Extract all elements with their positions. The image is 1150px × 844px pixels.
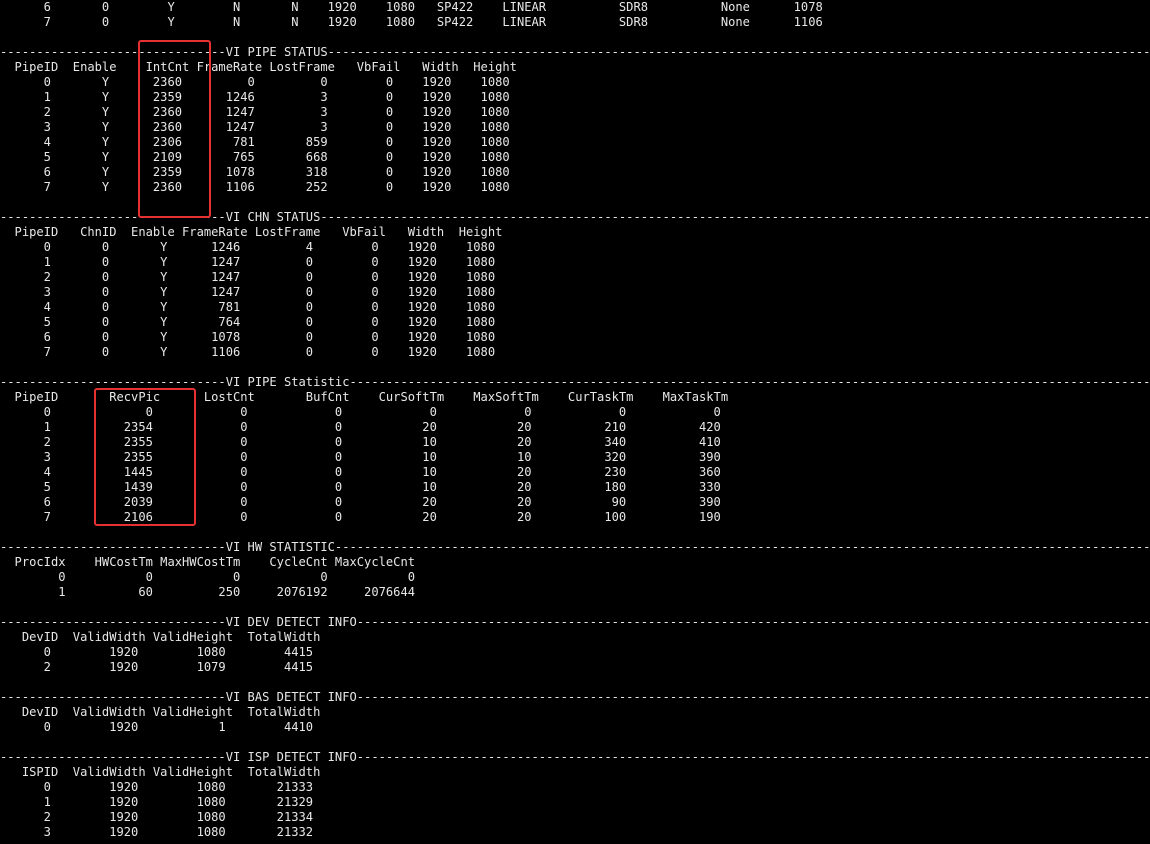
terminal-line: 4 0 Y 781 0 0 1920 1080 (0, 300, 496, 314)
terminal-line: 5 Y 2109 765 668 0 1920 1080 (0, 150, 510, 164)
terminal-line: 6 2039 0 0 20 20 90 390 (0, 495, 721, 509)
terminal-line: -------------------------------VI CHN ST… (0, 210, 1150, 224)
terminal-line: 1 0 Y 1247 0 0 1920 1080 (0, 255, 496, 269)
terminal-line: 0 1920 1080 21333 (0, 780, 314, 794)
terminal-line: DevID ValidWidth ValidHeight TotalWidth (0, 630, 321, 644)
terminal-line: 7 2106 0 0 20 20 100 190 (0, 510, 721, 524)
terminal-line: 1 1920 1080 21329 (0, 795, 314, 809)
terminal-line: ProcIdx HWCostTm MaxHWCostTm CycleCnt Ma… (0, 555, 416, 569)
terminal-line: 3 2355 0 0 10 10 320 390 (0, 450, 721, 464)
terminal-line: 2 2355 0 0 10 20 340 410 (0, 435, 721, 449)
terminal-line: 6 0 Y 1078 0 0 1920 1080 (0, 330, 496, 344)
terminal-line: 2 0 Y 1247 0 0 1920 1080 (0, 270, 496, 284)
terminal-line: -------------------------------VI DEV DE… (0, 615, 1150, 629)
terminal-line: -------------------------------VI PIPE S… (0, 375, 1150, 389)
terminal-line: 6 Y 2359 1078 318 0 1920 1080 (0, 165, 510, 179)
terminal-line: 3 1920 1080 21332 (0, 825, 314, 839)
terminal-line: ISPID ValidWidth ValidHeight TotalWidth (0, 765, 321, 779)
terminal-line: 0 1920 1080 4415 (0, 645, 314, 659)
terminal-line: -------------------------------VI ISP DE… (0, 750, 1150, 764)
terminal-line: 1 60 250 2076192 2076644 (0, 585, 416, 599)
terminal-line: 0 0 0 0 0 (0, 570, 416, 584)
terminal-line: PipeID RecvPic LostCnt BufCnt CurSoftTm … (0, 390, 729, 404)
terminal-line: 7 Y 2360 1106 252 0 1920 1080 (0, 180, 510, 194)
terminal-line: PipeID ChnID Enable FrameRate LostFrame … (0, 225, 503, 239)
terminal-line: 7 0 Y 1106 0 0 1920 1080 (0, 345, 496, 359)
terminal-line: 6 0 Y N N 1920 1080 SP422 LINEAR SDR8 No… (0, 0, 823, 14)
terminal-line: 3 0 Y 1247 0 0 1920 1080 (0, 285, 496, 299)
terminal-line: 4 Y 2306 781 859 0 1920 1080 (0, 135, 510, 149)
terminal-line: 3 Y 2360 1247 3 0 1920 1080 (0, 120, 510, 134)
terminal-line: 2 1920 1080 21334 (0, 810, 314, 824)
terminal-line: 2 Y 2360 1247 3 0 1920 1080 (0, 105, 510, 119)
terminal-line: -------------------------------VI HW STA… (0, 540, 1150, 554)
terminal-line: 1 Y 2359 1246 3 0 1920 1080 (0, 90, 510, 104)
terminal-line: DevID ValidWidth ValidHeight TotalWidth (0, 705, 321, 719)
terminal-line: 0 1920 1 4410 (0, 720, 314, 734)
terminal-line: -------------------------------VI BAS DE… (0, 690, 1150, 704)
terminal-line: 4 1445 0 0 10 20 230 360 (0, 465, 721, 479)
terminal-line: 1 2354 0 0 20 20 210 420 (0, 420, 721, 434)
terminal-line: 0 0 0 0 0 0 0 0 (0, 405, 721, 419)
terminal-line: PipeID Enable IntCnt FrameRate LostFrame… (0, 60, 517, 74)
terminal-line: 7 0 Y N N 1920 1080 SP422 LINEAR SDR8 No… (0, 15, 823, 29)
terminal-line: 5 1439 0 0 10 20 180 330 (0, 480, 721, 494)
terminal-line: 5 0 Y 764 0 0 1920 1080 (0, 315, 496, 329)
terminal-line: 2 1920 1079 4415 (0, 660, 314, 674)
terminal-line: 0 Y 2360 0 0 0 1920 1080 (0, 75, 510, 89)
terminal-line: 0 0 Y 1246 4 0 1920 1080 (0, 240, 496, 254)
terminal-line: -------------------------------VI PIPE S… (0, 45, 1150, 59)
terminal-output[interactable]: 6 0 Y N N 1920 1080 SP422 LINEAR SDR8 No… (0, 0, 1150, 844)
